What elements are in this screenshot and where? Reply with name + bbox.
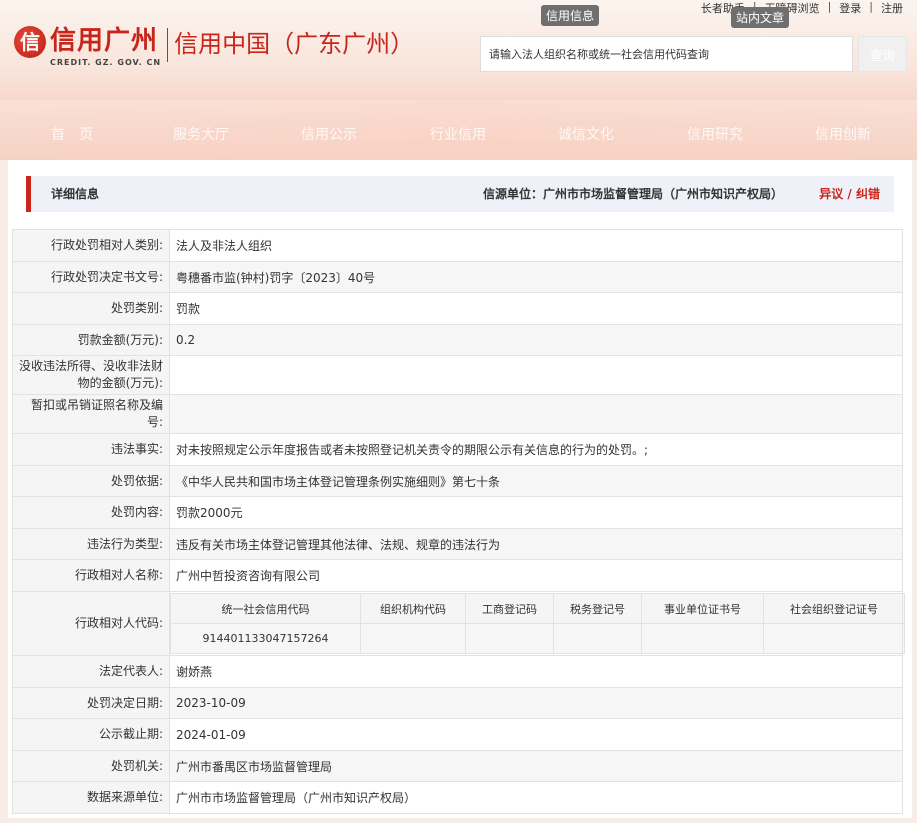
codes-header: 税务登记号 — [553, 593, 642, 624]
table-row: 法定代表人: 谢娇燕 — [12, 655, 903, 688]
row-label: 数据来源单位: — [12, 781, 170, 814]
site-logo[interactable]: 信 信用广州 CREDIT. GZ. GOV. CN 信用中国（广东广州） — [14, 26, 414, 67]
codes-value — [360, 623, 466, 654]
row-label: 法定代表人: — [12, 655, 170, 688]
row-value: 违反有关市场主体登记管理其他法律、法规、规章的违法行为 — [169, 528, 903, 560]
search-input[interactable] — [480, 36, 853, 72]
row-label: 处罚类别: — [12, 292, 170, 325]
row-value — [169, 394, 903, 434]
codes-value — [553, 623, 642, 654]
table-row: 处罚类别: 罚款 — [12, 292, 903, 325]
row-label: 违法行为类型: — [12, 528, 170, 560]
login-link[interactable]: 登录 — [833, 0, 867, 16]
row-label: 行政处罚决定书文号: — [12, 261, 170, 293]
logo-cn: 信用广州 — [50, 26, 159, 56]
logo-subtitle: 信用中国（广东广州） — [174, 30, 415, 58]
tab-credit-info[interactable]: 信用信息 — [541, 5, 600, 26]
row-value: 广州市番禺区市场监督管理局 — [169, 750, 903, 782]
row-value: 法人及非法人组织 — [169, 229, 903, 262]
row-value: 0.2 — [169, 324, 903, 356]
row-label: 公示截止期: — [12, 718, 170, 751]
row-label: 暂扣或吊销证照名称及编号: — [12, 394, 170, 434]
codes-header: 统一社会信用代码 — [170, 593, 361, 624]
row-label: 处罚决定日期: — [12, 687, 170, 719]
entity-codes-table: 统一社会信用代码 组织机构代码 工商登记码 税务登记号 事业单位证书号 社会组织… — [170, 593, 905, 654]
table-row: 处罚内容: 罚款2000元 — [12, 496, 903, 529]
nav-industry-credit[interactable]: 行业信用 — [423, 120, 493, 150]
nav-credit-publicity[interactable]: 信用公示 — [294, 120, 364, 150]
row-label: 处罚依据: — [12, 465, 170, 497]
top-links: 长者助手 | 无障碍浏览 | 登录 | 注册 — [695, 0, 909, 16]
row-value: 谢娇燕 — [169, 655, 903, 688]
table-row: 公示截止期: 2024-01-09 — [12, 718, 903, 751]
table-row: 违法行为类型: 违反有关市场主体登记管理其他法律、法规、规章的违法行为 — [12, 528, 903, 560]
logo-divider — [167, 28, 169, 62]
main-content: 详细信息 信源单位：广州市市场监督管理局（广州市知识产权局） 异议 / 纠错 行… — [8, 160, 912, 818]
table-row: 违法事实: 对未按照规定公示年度报告或者未按照登记机关责令的期限公示有关信息的行… — [12, 433, 903, 466]
nav-home[interactable]: 首 页 — [40, 120, 104, 150]
register-link[interactable]: 注册 — [875, 0, 909, 16]
table-row: 处罚依据: 《中华人民共和国市场主体登记管理条例实施细则》第七十条 — [12, 465, 903, 497]
row-value: 对未按照规定公示年度报告或者未按照登记机关责令的期限公示有关信息的行为的处罚。; — [169, 433, 903, 466]
penalty-detail-table: 行政处罚相对人类别: 法人及非法人组织 行政处罚决定书文号: 粤穗番市监(钟村)… — [12, 229, 905, 814]
detail-source: 信源单位：广州市市场监督管理局（广州市知识产权局） — [482, 187, 783, 201]
row-value: 罚款 — [169, 292, 903, 325]
logo-en: CREDIT. GZ. GOV. CN — [50, 58, 162, 67]
table-row: 暂扣或吊销证照名称及编号: — [12, 394, 903, 434]
codes-value-row: 914401133047157264 — [170, 623, 905, 654]
link-separator: | — [869, 0, 873, 13]
nav-credit-research[interactable]: 信用研究 — [680, 120, 750, 150]
table-row: 行政处罚相对人类别: 法人及非法人组织 — [12, 229, 903, 262]
codes-header: 组织机构代码 — [360, 593, 466, 624]
codes-value: 914401133047157264 — [170, 623, 361, 654]
dispute-correction-link[interactable]: 异议 / 纠错 — [819, 176, 880, 212]
search-button[interactable]: 查询 — [858, 36, 907, 72]
row-value: 2023-10-09 — [169, 687, 903, 719]
codes-header: 社会组织登记证号 — [763, 593, 905, 624]
row-value: 广州中哲投资咨询有限公司 — [169, 559, 903, 592]
row-label: 处罚内容: — [12, 496, 170, 529]
row-label: 违法事实: — [12, 433, 170, 466]
row-label: 没收违法所得、没收非法财物的金额(万元): — [12, 355, 170, 395]
table-row: 数据来源单位: 广州市市场监督管理局（广州市知识产权局） — [12, 781, 903, 814]
row-value: 罚款2000元 — [169, 496, 903, 529]
detail-header: 详细信息 信源单位：广州市市场监督管理局（广州市知识产权局） 异议 / 纠错 — [26, 176, 894, 212]
codes-value — [465, 623, 554, 654]
main-nav: 首 页 服务大厅 信用公示 行业信用 诚信文化 信用研究 信用创新 — [0, 120, 917, 150]
codes-header-row: 统一社会信用代码 组织机构代码 工商登记码 税务登记号 事业单位证书号 社会组织… — [170, 593, 905, 624]
logo-text: 信用广州 CREDIT. GZ. GOV. CN — [50, 26, 161, 67]
tab-site-articles[interactable]: 站内文章 — [731, 7, 790, 28]
nav-service-hall[interactable]: 服务大厅 — [166, 120, 236, 150]
codes-header: 事业单位证书号 — [641, 593, 764, 624]
codes-header: 工商登记码 — [465, 593, 554, 624]
nav-integrity-culture[interactable]: 诚信文化 — [551, 120, 621, 150]
site-header: 信 信用广州 CREDIT. GZ. GOV. CN 信用中国（广东广州） 长者… — [0, 0, 917, 160]
table-row: 处罚决定日期: 2023-10-09 — [12, 687, 903, 719]
table-row: 处罚机关: 广州市番禺区市场监督管理局 — [12, 750, 903, 782]
row-label: 行政处罚相对人类别: — [12, 229, 170, 262]
row-value — [169, 355, 903, 395]
row-value: 广州市市场监督管理局（广州市知识产权局） — [169, 781, 903, 814]
codes-value — [641, 623, 764, 654]
table-row: 没收违法所得、没收非法财物的金额(万元): — [12, 355, 903, 395]
row-label: 处罚机关: — [12, 750, 170, 782]
table-row: 行政处罚决定书文号: 粤穗番市监(钟村)罚字〔2023〕40号 — [12, 261, 903, 293]
table-row-codes: 行政相对人代码: 统一社会信用代码 组织机构代码 工商登记码 税务登记号 事业单… — [12, 591, 905, 656]
logo-mark-icon: 信 — [14, 26, 46, 58]
detail-title: 详细信息 — [51, 187, 100, 201]
table-row: 行政相对人名称: 广州中哲投资咨询有限公司 — [12, 559, 903, 592]
row-value: 《中华人民共和国市场主体登记管理条例实施细则》第七十条 — [169, 465, 903, 497]
table-row: 罚款金额(万元): 0.2 — [12, 324, 903, 356]
row-label: 罚款金额(万元): — [12, 324, 170, 356]
codes-cell: 统一社会信用代码 组织机构代码 工商登记码 税务登记号 事业单位证书号 社会组织… — [169, 591, 905, 656]
row-value: 2024-01-09 — [169, 718, 903, 751]
row-value: 粤穗番市监(钟村)罚字〔2023〕40号 — [169, 261, 903, 293]
link-separator: | — [827, 0, 832, 13]
row-label: 行政相对人名称: — [12, 559, 170, 592]
codes-value — [763, 623, 905, 654]
row-label: 行政相对人代码: — [12, 591, 170, 656]
nav-credit-innovation[interactable]: 信用创新 — [808, 120, 878, 150]
